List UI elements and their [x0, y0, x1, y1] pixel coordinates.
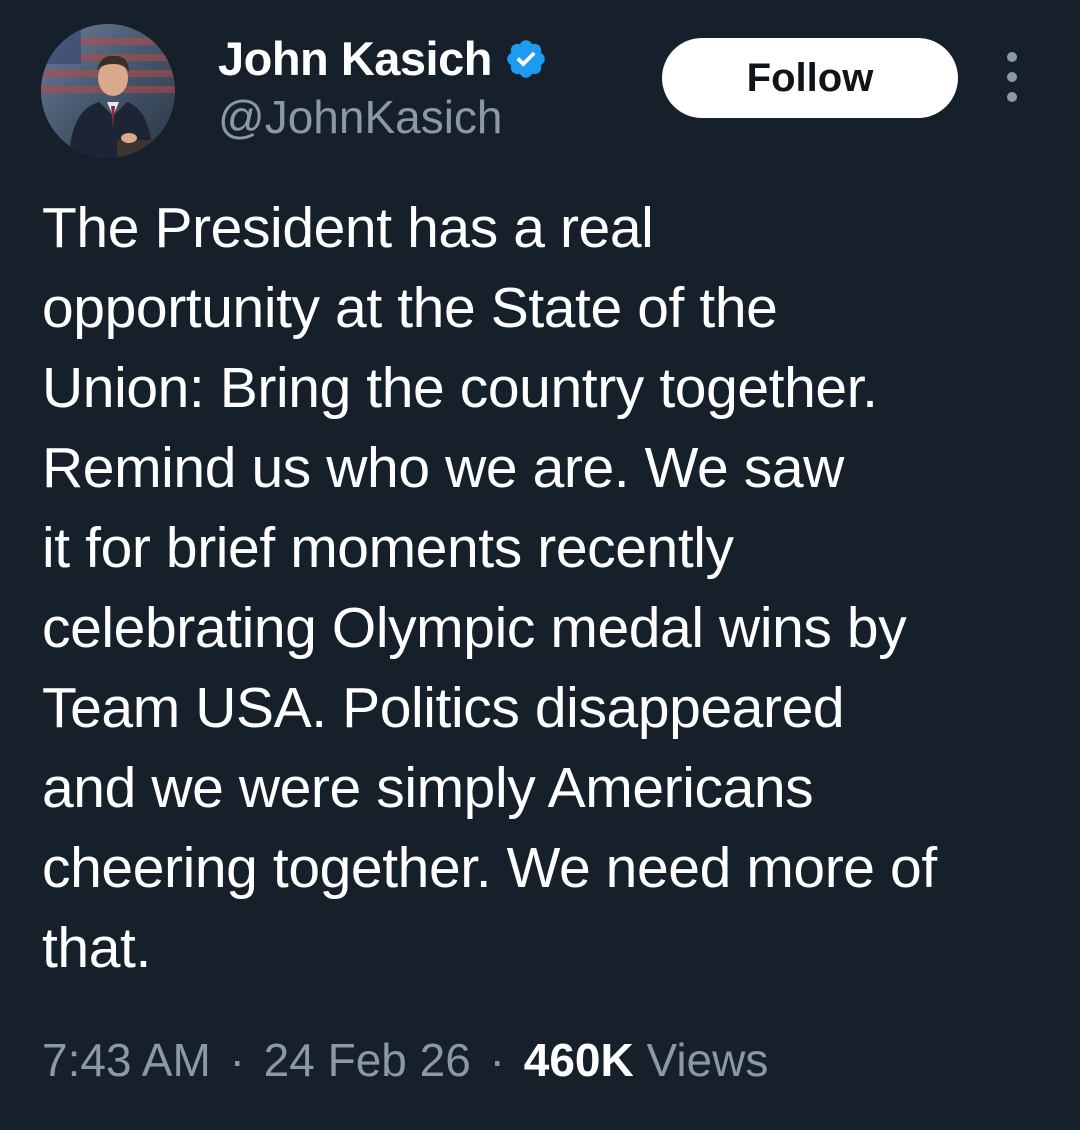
tweet-meta: 7:43 AM · 24 Feb 26 · 460K Views: [42, 1028, 768, 1092]
views-count[interactable]: 460K: [524, 1034, 634, 1086]
tweet-text-line: celebrating Olympic medal wins by: [42, 596, 907, 660]
author-display-name[interactable]: John Kasich: [218, 31, 492, 86]
tweet-text-line: Union: Bring the country together.: [42, 356, 878, 420]
more-dot: [1007, 92, 1017, 102]
tweet-text-line: The President has a real: [42, 196, 654, 260]
tweet-time[interactable]: 7:43 AM: [42, 1034, 211, 1086]
more-dot: [1007, 52, 1017, 62]
verified-badge-icon[interactable]: [504, 37, 548, 81]
author-handle[interactable]: @JohnKasich: [218, 90, 503, 144]
author-name-row: John Kasich: [218, 30, 548, 86]
tweet-text-line: cheering together. We need more of: [42, 836, 937, 900]
tweet-text-line: that.: [42, 916, 151, 980]
meta-separator: ·: [489, 1034, 505, 1086]
meta-separator: ·: [229, 1034, 245, 1086]
avatar[interactable]: [41, 24, 175, 158]
tweet-date[interactable]: 24 Feb 26: [264, 1034, 471, 1086]
tweet-text-line: Team USA. Politics disappeared: [42, 676, 845, 740]
tweet-text-line: Remind us who we are. We saw: [42, 436, 844, 500]
tweet-text-line: opportunity at the State of the: [42, 276, 778, 340]
tweet-text: The President has a real opportunity at …: [42, 188, 1052, 988]
more-dot: [1007, 72, 1017, 82]
tweet-text-line: it for brief moments recently: [42, 516, 734, 580]
tweet-text-line: and we were simply Americans: [42, 756, 814, 820]
follow-button[interactable]: Follow: [662, 38, 958, 118]
more-vertical-icon[interactable]: [996, 52, 1028, 102]
profile-photo: [41, 24, 175, 158]
views-label[interactable]: Views: [646, 1034, 768, 1086]
